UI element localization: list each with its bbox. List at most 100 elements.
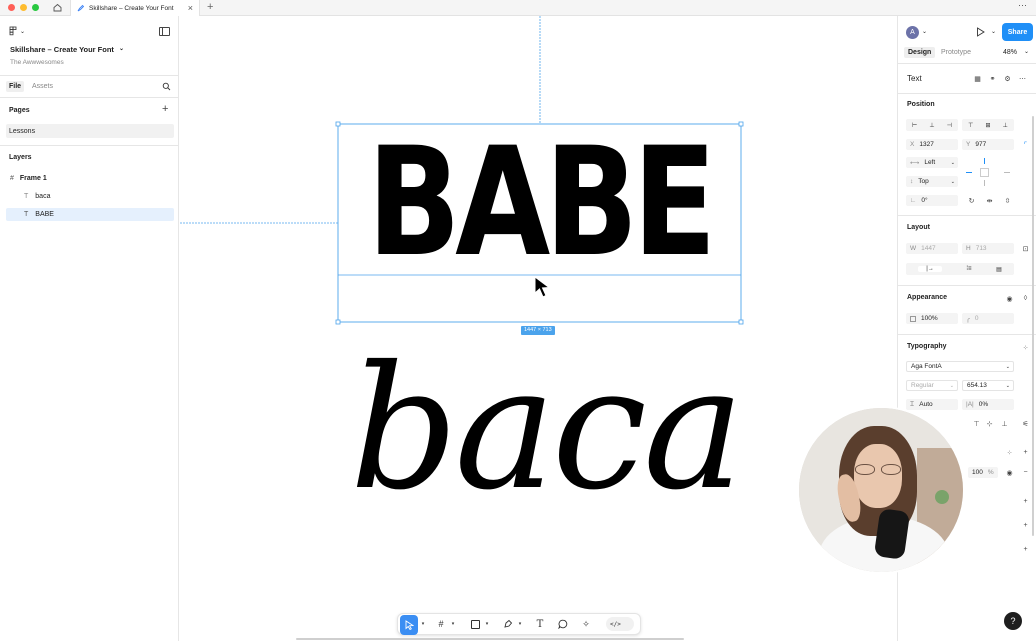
constraint-widget[interactable] [964,156,1012,188]
font-family-select[interactable]: Aga FontA ⌄ [906,361,1014,372]
layer-label: Frame 1 [19,175,47,182]
chevron-down-icon[interactable]: ▾ [449,614,457,634]
more-options-icon[interactable]: ⋯ [1017,73,1028,84]
align-middle-icon[interactable]: ⊞ [985,122,990,129]
chevron-down-icon[interactable]: ⌄ [922,28,927,35]
flip-horizontal-icon[interactable]: ⇹ [984,195,995,206]
file-name-button[interactable]: Skillshare – Create Your Font ⌄ [10,45,124,54]
align-text-middle-icon[interactable]: ⊹ [984,418,995,429]
tab-file[interactable]: File [6,81,25,92]
constraints-icon[interactable]: ⌜ [1020,139,1031,150]
styles-icon[interactable]: ⁘ [1004,447,1015,458]
align-bottom-icon[interactable]: ⊥ [1003,122,1008,129]
add-effect-icon[interactable]: + [1020,520,1031,531]
chevron-down-icon[interactable]: ⌄ [1024,48,1029,55]
tab-assets[interactable]: Assets [32,83,53,90]
align-text-top-icon[interactable]: ⊤ [971,418,982,429]
flip-vertical-icon[interactable]: ⇳ [1002,195,1013,206]
add-export-icon[interactable]: + [1020,544,1031,555]
auto-height-icon[interactable]: ⁞≡ [966,266,971,272]
babe-text[interactable]: BABE [367,128,716,278]
remove-fill-icon[interactable]: − [1020,467,1031,478]
pen-tool-icon[interactable] [501,614,515,634]
tab-prototype[interactable]: Prototype [941,49,971,56]
opacity-field[interactable]: 100% [906,313,958,324]
present-icon[interactable] [976,27,985,39]
align-left-icon[interactable]: ⊢ [912,122,917,129]
corner-radius-field[interactable]: ╭ 0 [962,313,1014,324]
resize-to-fit-icon[interactable]: ⊡ [1020,243,1031,254]
horizontal-constraint-value: Left [924,159,936,166]
letter-spacing-field[interactable]: |A| 0% [962,399,1014,410]
font-size-value: 654.13 [967,382,987,389]
toggle-sidebar-icon[interactable] [159,27,170,36]
dev-mode-toggle-icon[interactable]: </> [606,617,634,631]
rotate-icon[interactable]: ↻ [966,195,977,206]
new-tab-icon[interactable]: + [207,1,213,13]
avatar[interactable]: A [906,26,919,39]
x-field[interactable]: X 1327 [906,139,958,150]
auto-width-icon[interactable]: |→ [918,266,942,272]
comment-tool-icon[interactable] [556,614,570,634]
link-icon[interactable]: ⚭ [987,73,998,84]
actions-tool-icon[interactable]: ✧ [579,614,593,634]
layer-item-baca[interactable]: T baca [6,190,174,203]
main-menu-button[interactable]: ⌄ [9,26,25,36]
baca-text[interactable]: baca [335,334,755,524]
chevron-down-icon[interactable]: ▾ [419,614,427,634]
layer-item-frame[interactable]: # Frame 1 [6,172,174,185]
maximize-window-icon[interactable] [32,4,39,11]
share-button[interactable]: Share [1002,23,1033,41]
align-center-icon[interactable]: ⊥ [929,122,934,129]
horizontal-constraint-select[interactable]: ⟷ Left ⌄ [906,157,958,168]
canvas[interactable]: BABE baca 1447 × 713 ▾ # ▾ ▾ ▾ T ✧ </> [180,16,897,641]
close-tab-icon[interactable]: × [188,3,193,13]
tab-design[interactable]: Design [904,47,936,58]
chevron-down-icon[interactable]: ▾ [516,614,524,634]
component-icon[interactable]: ⚙ [1002,73,1013,84]
vertical-constraint-select[interactable]: ↕ Top ⌄ [906,176,958,187]
chevron-down-icon: ⌄ [950,178,955,185]
drop-icon[interactable]: ◊ [1020,293,1031,304]
move-tool-icon[interactable] [400,615,418,635]
help-button[interactable]: ? [1004,612,1022,630]
add-page-icon[interactable]: + [162,103,168,115]
rotation-field[interactable]: ∟ 0° [906,195,958,206]
y-field[interactable]: Y 977 [962,139,1014,150]
height-field[interactable]: H 713 [962,243,1014,254]
text-styles-icon[interactable]: ⁘ [1020,342,1031,353]
fill-opacity-field[interactable]: 100% [968,467,998,478]
file-tab[interactable]: Skillshare – Create Your Font × [70,0,200,16]
zoom-level[interactable]: 48% [1003,49,1017,56]
frame-tool-icon[interactable]: # [434,614,448,634]
figma-logo-icon [9,26,17,36]
panel-scrollbar[interactable] [1032,116,1034,536]
width-field[interactable]: W 1447 [906,243,958,254]
align-text-bottom-icon[interactable]: ⊥ [999,418,1010,429]
home-icon[interactable] [52,2,63,13]
eye-icon[interactable]: ◉ [1004,467,1015,478]
horizontal-scrollbar[interactable] [296,638,684,640]
divider [898,63,1036,64]
close-window-icon[interactable] [8,4,15,11]
fixed-size-icon[interactable]: ▤ [996,266,1002,273]
font-weight-value: Regular [911,382,934,389]
rectangle-tool-icon[interactable] [468,614,482,634]
page-item-lessons[interactable]: Lessons [6,124,174,138]
eye-icon[interactable]: ◉ [1004,293,1015,304]
chevron-down-icon[interactable]: ⌄ [991,28,996,35]
minimize-window-icon[interactable] [20,4,27,11]
add-stroke-icon[interactable]: + [1020,496,1031,507]
font-size-select[interactable]: 654.13 ⌄ [962,380,1014,391]
more-icon[interactable]: ⋯ [1018,0,1027,11]
add-fill-icon[interactable]: + [1020,447,1031,458]
align-right-icon[interactable]: ⊣ [947,122,952,129]
font-weight-select[interactable]: Regular ⌄ [906,380,958,391]
layer-item-babe[interactable]: T BABE [6,208,174,221]
type-settings-icon[interactable]: ⚟ [1020,418,1031,429]
align-top-icon[interactable]: ⊤ [968,122,973,129]
text-tool-icon[interactable]: T [533,614,547,634]
search-icon[interactable] [162,82,171,93]
layout-icon[interactable]: ▦ [972,73,983,84]
chevron-down-icon[interactable]: ▾ [483,614,491,634]
